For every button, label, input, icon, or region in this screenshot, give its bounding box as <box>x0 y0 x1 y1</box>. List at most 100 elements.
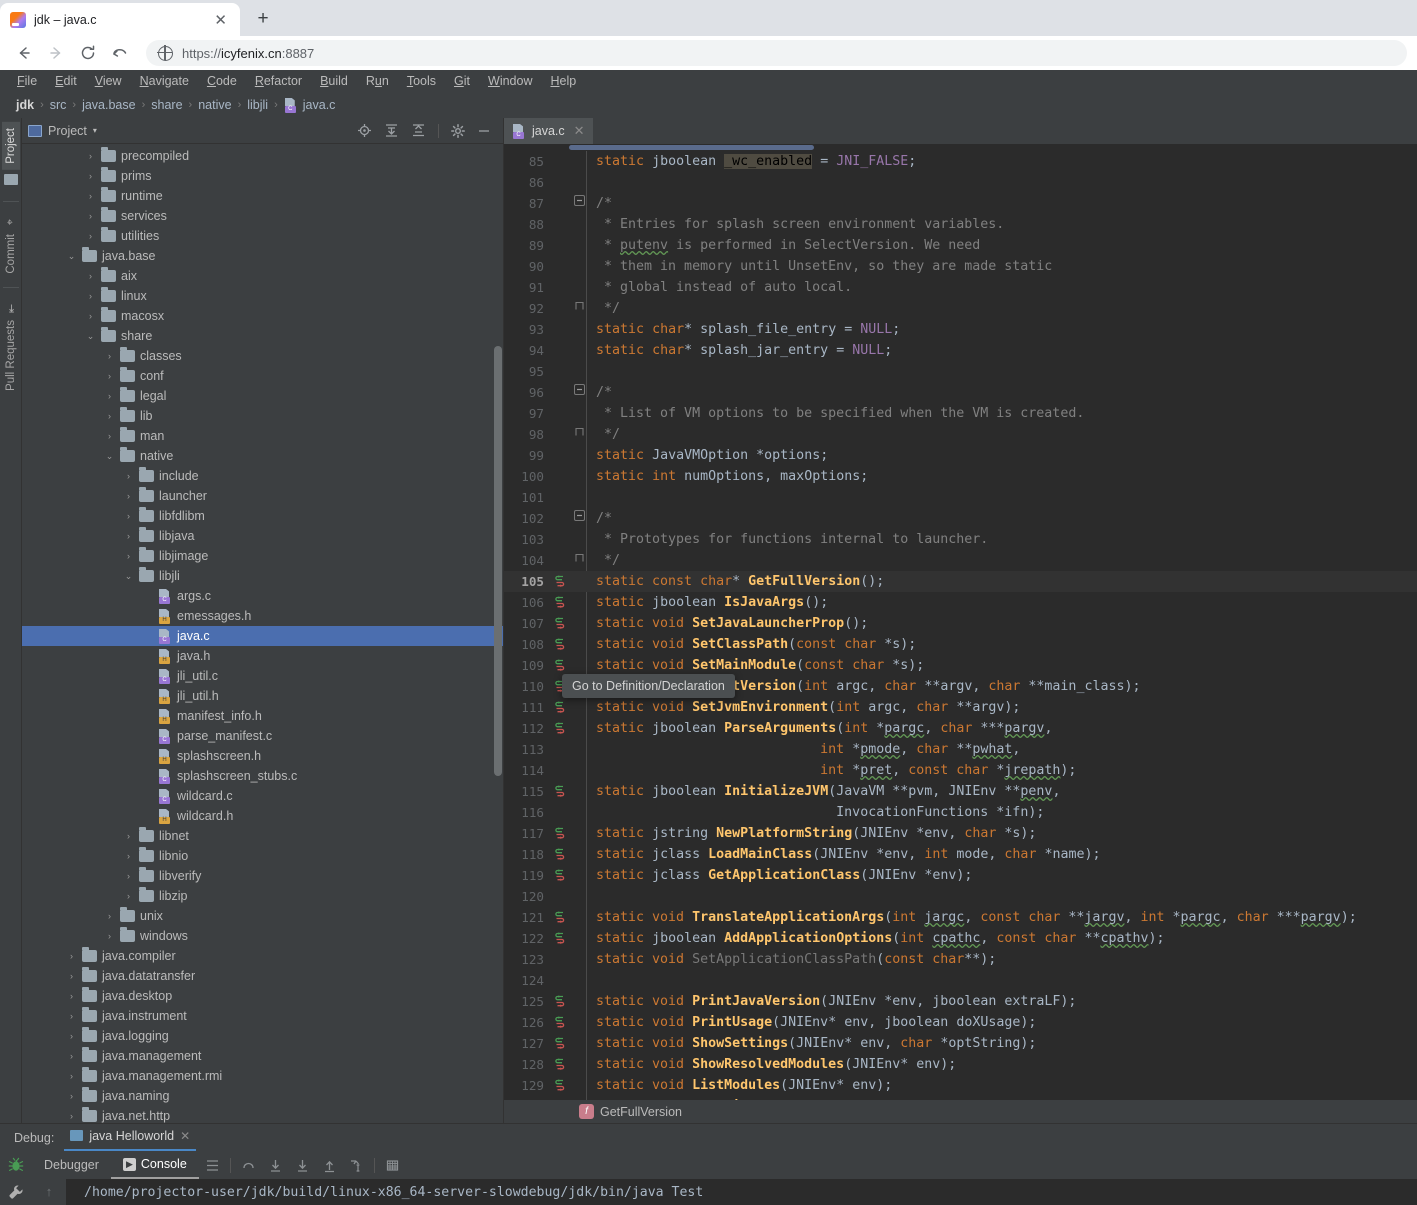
breadcrumb-item-java-c[interactable]: java.c <box>278 98 342 113</box>
code-line[interactable]: 117 static jstring NewPlatformString(JNIE… <box>504 823 1417 844</box>
code-line[interactable]: 123 static void SetApplicationClassPath(c… <box>504 949 1417 970</box>
sidebar-item-pull-requests[interactable]: Pull Requests ⇤ <box>2 296 20 397</box>
editor-horizontal-scrollbar[interactable] <box>504 144 1417 151</box>
chevron-right-icon[interactable]: › <box>142 651 153 661</box>
code-text[interactable]: /* <box>586 382 1417 403</box>
history-back-arrow-icon[interactable] <box>106 39 134 67</box>
tree-item-splashscreen-h[interactable]: › splashscreen.h <box>22 746 503 766</box>
chevron-right-icon[interactable]: › <box>123 831 134 841</box>
implementation-marker-icon[interactable] <box>550 781 572 802</box>
fold-marker-icon[interactable] <box>572 193 586 214</box>
chevron-right-icon[interactable]: › <box>142 591 153 601</box>
tab-debugger[interactable]: Debugger <box>32 1151 111 1179</box>
hide-panel-icon[interactable] <box>477 124 491 138</box>
tree-item-libjli[interactable]: ⌄ libjli <box>22 566 503 586</box>
code-line[interactable]: 86 <box>504 172 1417 193</box>
tree-item-java-net-http[interactable]: › java.net.http <box>22 1106 503 1123</box>
tree-item-conf[interactable]: › conf <box>22 366 503 386</box>
chevron-right-icon[interactable]: › <box>85 271 96 281</box>
tree-item-java-datatransfer[interactable]: › java.datatransfer <box>22 966 503 986</box>
tree-item-java-logging[interactable]: › java.logging <box>22 1026 503 1046</box>
breadcrumb-item-java-base[interactable]: java.base <box>76 98 142 112</box>
chevron-right-icon[interactable]: › <box>104 411 115 421</box>
tree-item-java-compiler[interactable]: › java.compiler <box>22 946 503 966</box>
code-line[interactable]: 98 */ <box>504 424 1417 445</box>
code-line[interactable]: 97 * List of VM options to be specified … <box>504 403 1417 424</box>
chevron-right-icon[interactable]: › <box>85 231 96 241</box>
code-text[interactable]: */ <box>586 550 1417 571</box>
chevron-right-icon[interactable]: › <box>123 491 134 501</box>
implementation-marker-icon[interactable] <box>550 865 572 886</box>
tree-item-java-base[interactable]: ⌄ java.base <box>22 246 503 266</box>
code-text[interactable]: static jboolean IsJavaArgs(); <box>586 592 1417 613</box>
menu-navigate[interactable]: Navigate <box>131 72 198 90</box>
fold-marker-icon[interactable] <box>572 298 586 319</box>
locate-icon[interactable] <box>357 123 372 138</box>
close-icon[interactable]: ✕ <box>211 11 230 29</box>
collapse-all-icon[interactable] <box>411 123 426 138</box>
sidebar-item-commit[interactable]: Commit ⌖ <box>2 210 20 280</box>
code-line[interactable]: 90 * them in memory until UnsetEnv, so t… <box>504 256 1417 277</box>
breadcrumb-item-src[interactable]: src <box>44 98 73 112</box>
chevron-right-icon[interactable]: › <box>66 1031 77 1041</box>
tree-item-man[interactable]: › man <box>22 426 503 446</box>
implementation-marker-icon[interactable] <box>550 655 572 676</box>
code-line[interactable]: 122 static jboolean AddApplicationOptions… <box>504 928 1417 949</box>
chevron-right-icon[interactable]: › <box>142 751 153 761</box>
chevron-right-icon[interactable]: › <box>123 851 134 861</box>
chevron-right-icon[interactable]: › <box>66 971 77 981</box>
code-line[interactable]: 102 /* <box>504 508 1417 529</box>
code-line[interactable]: 120 <box>504 886 1417 907</box>
chevron-down-icon[interactable]: ▾ <box>93 126 97 135</box>
breadcrumb-item-share[interactable]: share <box>145 98 188 112</box>
implementation-marker-icon[interactable] <box>550 1012 572 1033</box>
address-bar[interactable]: https://icyfenix.cn:8887 <box>146 40 1407 66</box>
tab-java-c[interactable]: java.c ✕ <box>504 118 593 144</box>
tree-item-wildcard-h[interactable]: › wildcard.h <box>22 806 503 826</box>
code-line[interactable]: 106 static jboolean IsJavaArgs(); <box>504 592 1417 613</box>
menu-code[interactable]: Code <box>198 72 246 90</box>
soft-wrap-icon[interactable] <box>199 1158 226 1173</box>
browser-tab[interactable]: jdk – java.c ✕ <box>0 3 240 36</box>
chevron-right-icon[interactable]: › <box>66 1071 77 1081</box>
menu-help[interactable]: Help <box>541 72 585 90</box>
back-button[interactable] <box>10 39 38 67</box>
code-text[interactable]: static jclass LoadMainClass(JNIEnv *env,… <box>586 844 1417 865</box>
code-line[interactable]: 108 static void SetClassPath(const char *… <box>504 634 1417 655</box>
debug-session-tab[interactable]: java Helloworld ✕ <box>64 1125 197 1151</box>
chevron-down-icon[interactable]: ⌄ <box>104 451 115 462</box>
code-line[interactable]: 119 static jclass GetApplicationClass(JNI… <box>504 865 1417 886</box>
menu-file[interactable]: File <box>8 72 46 90</box>
code-text[interactable]: */ <box>586 298 1417 319</box>
chevron-right-icon[interactable]: › <box>104 911 115 921</box>
code-line[interactable]: 104 */ <box>504 550 1417 571</box>
chevron-right-icon[interactable]: › <box>142 711 153 721</box>
project-panel-title-group[interactable]: Project ▾ <box>28 124 97 138</box>
tree-item-wildcard-c[interactable]: › wildcard.c <box>22 786 503 806</box>
fold-marker-icon[interactable] <box>572 424 586 445</box>
chevron-right-icon[interactable]: › <box>66 1051 77 1061</box>
tree-item-macosx[interactable]: › macosx <box>22 306 503 326</box>
implementation-marker-icon[interactable] <box>550 718 572 739</box>
tree-item-java-h[interactable]: › java.h <box>22 646 503 666</box>
code-text[interactable]: int *pmode, char **pwhat, <box>586 739 1417 760</box>
tree-item-runtime[interactable]: › runtime <box>22 186 503 206</box>
chevron-right-icon[interactable]: › <box>85 211 96 221</box>
tree-item-launcher[interactable]: › launcher <box>22 486 503 506</box>
code-line[interactable]: 92 */ <box>504 298 1417 319</box>
code-text[interactable]: /* <box>586 508 1417 529</box>
menu-edit[interactable]: Edit <box>46 72 86 90</box>
code-text[interactable]: static jclass GetApplicationClass(JNIEnv… <box>586 865 1417 886</box>
code-line[interactable]: 94 static char* splash_jar_entry = NULL; <box>504 340 1417 361</box>
chevron-right-icon[interactable]: › <box>85 311 96 321</box>
tree-item-libfdlibm[interactable]: › libfdlibm <box>22 506 503 526</box>
chevron-down-icon[interactable]: ⌄ <box>66 251 77 262</box>
code-line[interactable]: 87 /* <box>504 193 1417 214</box>
tree-item-services[interactable]: › services <box>22 206 503 226</box>
chevron-right-icon[interactable]: › <box>142 791 153 801</box>
tree-item-java-instrument[interactable]: › java.instrument <box>22 1006 503 1026</box>
menu-refactor[interactable]: Refactor <box>246 72 311 90</box>
tree-item-linux[interactable]: › linux <box>22 286 503 306</box>
chevron-right-icon[interactable]: › <box>66 951 77 961</box>
fold-marker-icon[interactable] <box>572 550 586 571</box>
